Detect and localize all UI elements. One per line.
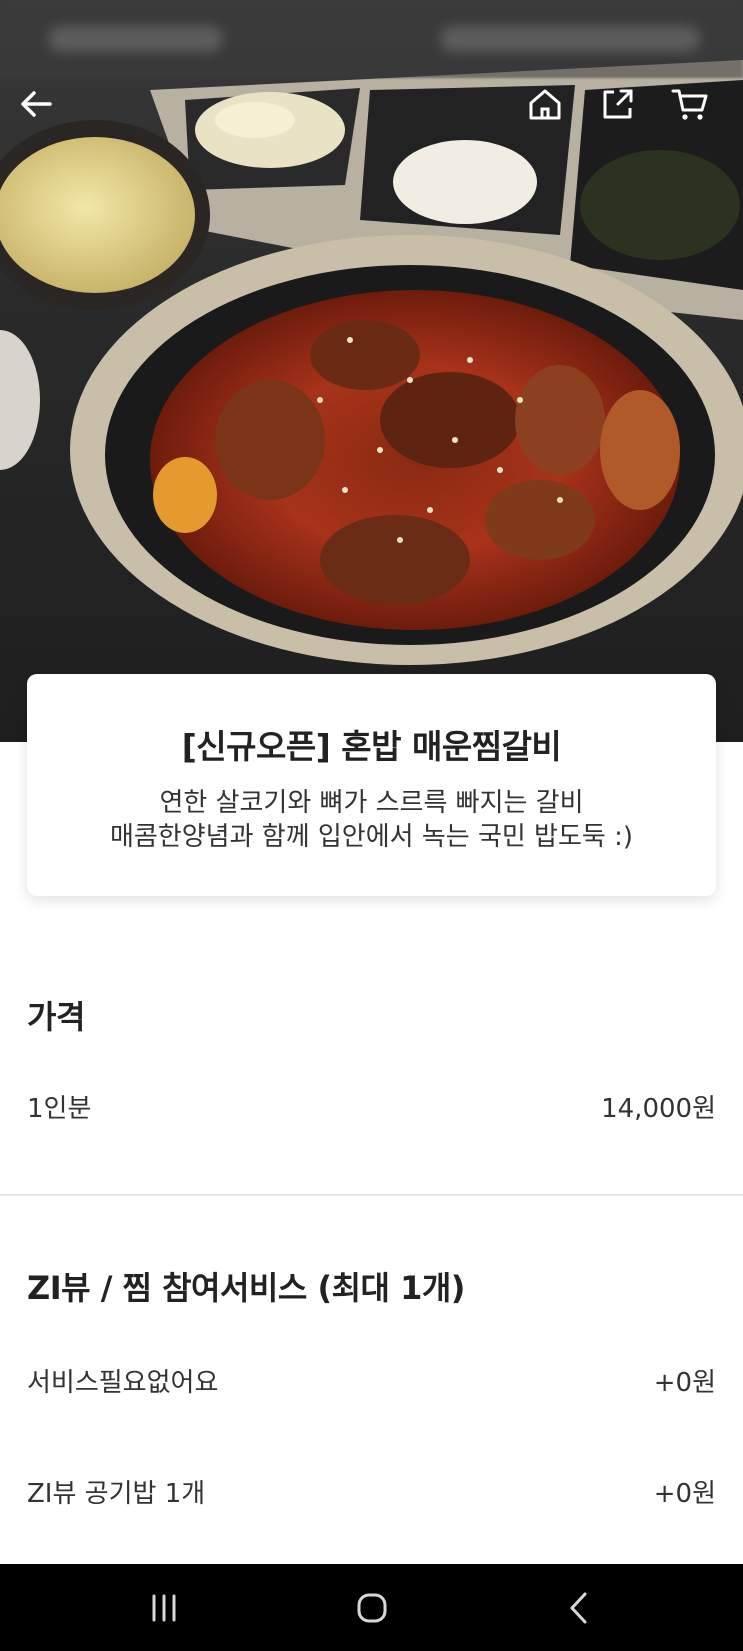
- price-option-row[interactable]: 1인분 14,000원: [27, 1088, 716, 1125]
- review-section-title: ZI뷰 / 찜 참여서비스 (최대 1개): [27, 1269, 465, 1307]
- service-option-row[interactable]: ZI뷰 공기밥 1개 +0원: [27, 1473, 716, 1510]
- service-option-price: +0원: [653, 1479, 716, 1509]
- price-option-value: 14,000원: [601, 1094, 716, 1124]
- system-navigation-bar: [0, 1564, 743, 1651]
- service-option-label: 서비스필요없어요: [27, 1368, 219, 1398]
- product-description: 연한 살코기와 뼈가 스르륵 빠지는 갈비 매콤한양념과 함께 입안에서 녹는 …: [27, 786, 716, 854]
- status-bar-left-blur: [48, 26, 223, 52]
- back-nav-icon[interactable]: [520, 1564, 640, 1651]
- home-nav-icon[interactable]: [312, 1564, 432, 1651]
- product-title: [신규오픈] 혼밥 매운찜갈비: [181, 727, 562, 766]
- cart-icon[interactable]: [670, 84, 726, 140]
- description-line-1: 연한 살코기와 뼈가 스르륵 빠지는 갈비: [159, 788, 584, 818]
- section-divider: [0, 1194, 743, 1196]
- service-option-row[interactable]: 서비스필요없어요 +0원: [27, 1362, 716, 1399]
- product-image: [0, 0, 743, 742]
- price-option-label: 1인분: [27, 1094, 92, 1124]
- service-option-price: +0원: [653, 1368, 716, 1398]
- product-info-card: [신규오픈] 혼밥 매운찜갈비 연한 살코기와 뼈가 스르륵 빠지는 갈비 매콤…: [27, 674, 716, 896]
- description-line-2: 매콤한양념과 함께 입안에서 녹는 국민 밥도둑 :): [110, 822, 633, 852]
- share-icon[interactable]: [598, 84, 654, 140]
- recent-apps-icon[interactable]: [104, 1564, 224, 1651]
- price-section-title: 가격: [27, 998, 85, 1036]
- back-arrow-icon[interactable]: [16, 84, 72, 140]
- home-icon[interactable]: [525, 84, 581, 140]
- service-option-label: ZI뷰 공기밥 1개: [27, 1479, 206, 1509]
- status-bar-right-blur: [440, 26, 700, 52]
